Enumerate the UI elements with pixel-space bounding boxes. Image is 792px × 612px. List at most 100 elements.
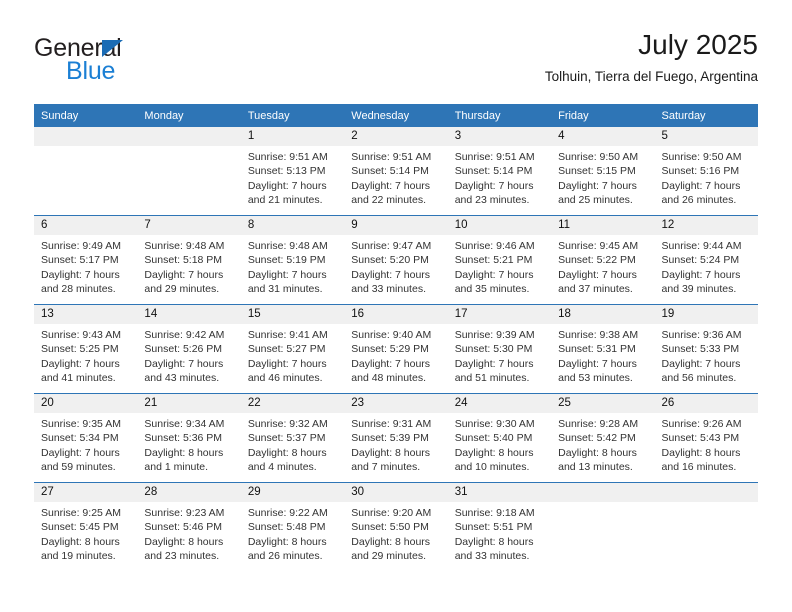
day-number: 29: [240, 483, 345, 502]
sunset-time: Sunset: 5:18 PM: [144, 254, 223, 267]
calendar-day-cell[interactable]: 23 Sunrise: 9:31 AM Sunset: 5:39 PM Dayligh…: [344, 394, 448, 482]
day-details: Sunrise: 9:48 AM Sunset: 5:19 PM Daylight:…: [241, 235, 344, 296]
daylight-duration-line1: Daylight: 7 hours: [454, 268, 534, 281]
day-number: 19: [654, 305, 758, 324]
daylight-duration-line1: Daylight: 8 hours: [661, 446, 741, 459]
day-details: Sunrise: 9:51 AM Sunset: 5:14 PM Daylight:…: [448, 146, 551, 207]
calendar-day-cell[interactable]: 5 Sunrise: 9:50 AM Sunset: 5:16 PM Daylight…: [654, 127, 758, 215]
calendar-day-cell[interactable]: 12 Sunrise: 9:44 AM Sunset: 5:24 PM Dayligh…: [654, 216, 758, 304]
day-details: Sunrise: 9:43 AM Sunset: 5:25 PM Daylight:…: [34, 324, 137, 385]
calendar-day-cell[interactable]: 22 Sunrise: 9:32 AM Sunset: 5:37 PM Dayligh…: [240, 394, 345, 482]
calendar-day-cell[interactable]: 7 Sunrise: 9:48 AM Sunset: 5:18 PM Daylight…: [137, 216, 241, 304]
day-details: Sunrise: 9:30 AM Sunset: 5:40 PM Daylight:…: [448, 413, 551, 474]
daylight-duration-line1: Daylight: 8 hours: [144, 535, 224, 548]
calendar-day-cell[interactable]: 14 Sunrise: 9:42 AM Sunset: 5:26 PM Dayligh…: [137, 305, 241, 393]
calendar-day-cell[interactable]: 6 Sunrise: 9:49 AM Sunset: 5:17 PM Daylight…: [34, 216, 138, 304]
day-number: 17: [447, 305, 552, 324]
calendar-day-cell[interactable]: 29 Sunrise: 9:22 AM Sunset: 5:48 PM Dayligh…: [240, 483, 345, 571]
day-details: Sunrise: 9:40 AM Sunset: 5:29 PM Daylight:…: [344, 324, 447, 385]
day-details: Sunrise: 9:47 AM Sunset: 5:20 PM Daylight:…: [344, 235, 447, 296]
sunrise-time: Sunrise: 9:49 AM: [41, 240, 121, 252]
calendar-day-cell[interactable]: 10 Sunrise: 9:46 AM Sunset: 5:21 PM Dayligh…: [447, 216, 552, 304]
calendar-week-row: 20 Sunrise: 9:35 AM Sunset: 5:34 PM Dayligh…: [34, 393, 758, 482]
daylight-duration-line1: Daylight: 7 hours: [454, 179, 534, 192]
sunrise-time: Sunrise: 9:46 AM: [454, 240, 535, 252]
day-details: Sunrise: 9:51 AM Sunset: 5:14 PM Daylight:…: [344, 146, 447, 207]
calendar-page: General Blue July 2025 Tolhuin, Tierra d…: [0, 0, 792, 612]
day-number: 31: [447, 483, 552, 502]
calendar-day-cell[interactable]: 21 Sunrise: 9:34 AM Sunset: 5:36 PM Dayligh…: [137, 394, 241, 482]
daylight-duration-line1: Daylight: 8 hours: [558, 446, 637, 459]
sunrise-time: Sunrise: 9:32 AM: [247, 418, 328, 430]
calendar-day-cell[interactable]: 26 Sunrise: 9:26 AM Sunset: 5:43 PM Dayligh…: [654, 394, 758, 482]
logo-text-blue: Blue: [66, 57, 116, 85]
sunrise-time: Sunrise: 9:26 AM: [661, 418, 742, 430]
calendar-day-cell[interactable]: 1 Sunrise: 9:51 AM Sunset: 5:13 PM Daylight…: [240, 127, 345, 215]
calendar-day-cell[interactable]: 28 Sunrise: 9:23 AM Sunset: 5:46 PM Dayligh…: [137, 483, 241, 571]
sunrise-time: Sunrise: 9:50 AM: [558, 151, 639, 163]
day-details: Sunrise: 9:31 AM Sunset: 5:39 PM Daylight:…: [344, 413, 447, 474]
sunset-time: Sunset: 5:25 PM: [41, 343, 119, 356]
day-details: Sunrise: 9:42 AM Sunset: 5:26 PM Daylight:…: [137, 324, 240, 385]
weekday-header-saturday: Saturday: [661, 110, 706, 122]
daylight-duration-line2: and 41 minutes.: [41, 371, 116, 384]
daylight-duration-line2: and 26 minutes.: [247, 549, 323, 562]
calendar-day-cell[interactable]: 30 Sunrise: 9:20 AM Sunset: 5:50 PM Dayligh…: [344, 483, 448, 571]
calendar-day-cell[interactable]: 31 Sunrise: 9:18 AM Sunset: 5:51 PM Dayligh…: [447, 483, 552, 571]
calendar-day-cell[interactable]: 18 Sunrise: 9:38 AM Sunset: 5:31 PM Dayligh…: [551, 305, 655, 393]
daylight-duration-line2: and 22 minutes.: [351, 193, 426, 206]
calendar-day-cell[interactable]: 19 Sunrise: 9:36 AM Sunset: 5:33 PM Dayligh…: [654, 305, 758, 393]
general-blue-logo[interactable]: General Blue: [34, 36, 254, 92]
sunset-time: Sunset: 5:45 PM: [41, 521, 119, 534]
calendar-day-cell[interactable]: 25 Sunrise: 9:28 AM Sunset: 5:42 PM Dayligh…: [551, 394, 655, 482]
calendar-day-cell[interactable]: 24 Sunrise: 9:30 AM Sunset: 5:40 PM Dayligh…: [447, 394, 552, 482]
calendar-day-cell[interactable]: 8 Sunrise: 9:48 AM Sunset: 5:19 PM Daylight…: [240, 216, 345, 304]
daylight-duration-line1: Daylight: 8 hours: [351, 535, 431, 548]
daylight-duration-line2: and 31 minutes.: [247, 282, 323, 295]
day-number: 23: [344, 394, 448, 413]
calendar-day-cell[interactable]: 11 Sunrise: 9:45 AM Sunset: 5:22 PM Dayligh…: [551, 216, 655, 304]
calendar-week-row: 27 Sunrise: 9:25 AM Sunset: 5:45 PM Dayligh…: [34, 482, 758, 571]
sunset-time: Sunset: 5:21 PM: [454, 254, 533, 267]
day-details: Sunrise: 9:51 AM Sunset: 5:13 PM Daylight:…: [241, 146, 344, 207]
daylight-duration-line2: and 59 minutes.: [41, 460, 116, 473]
sunset-time: Sunset: 5:31 PM: [558, 343, 636, 356]
triangle-icon: [102, 40, 123, 57]
sunset-time: Sunset: 5:51 PM: [454, 521, 533, 534]
daylight-duration-line2: and 33 minutes.: [351, 282, 426, 295]
day-details: Sunrise: 9:46 AM Sunset: 5:21 PM Daylight:…: [448, 235, 551, 296]
day-number: 10: [447, 216, 552, 235]
daylight-duration-line1: Daylight: 7 hours: [351, 268, 431, 281]
day-details: Sunrise: 9:22 AM Sunset: 5:48 PM Daylight:…: [241, 502, 344, 563]
day-number: 12: [654, 216, 758, 235]
day-details: Sunrise: 9:49 AM Sunset: 5:17 PM Daylight:…: [34, 235, 137, 296]
sunrise-time: Sunrise: 9:35 AM: [41, 418, 121, 430]
calendar-day-cell[interactable]: 16 Sunrise: 9:40 AM Sunset: 5:29 PM Dayligh…: [344, 305, 448, 393]
calendar-day-cell[interactable]: 2 Sunrise: 9:51 AM Sunset: 5:14 PM Daylight…: [344, 127, 448, 215]
day-number: 20: [34, 394, 138, 413]
day-details: [34, 146, 137, 150]
calendar-day-cell[interactable]: 17 Sunrise: 9:39 AM Sunset: 5:30 PM Dayligh…: [447, 305, 552, 393]
weekday-header-friday: Friday: [558, 110, 589, 122]
calendar-day-cell[interactable]: 3 Sunrise: 9:51 AM Sunset: 5:14 PM Daylight…: [447, 127, 552, 215]
daylight-duration-line2: and 29 minutes.: [144, 282, 220, 295]
sunrise-time: Sunrise: 9:18 AM: [454, 507, 535, 519]
daylight-duration-line1: Daylight: 8 hours: [144, 446, 224, 459]
sunrise-time: Sunrise: 9:43 AM: [41, 329, 121, 341]
daylight-duration-line2: and 46 minutes.: [247, 371, 323, 384]
sunrise-time: Sunrise: 9:22 AM: [247, 507, 328, 519]
day-details: Sunrise: 9:23 AM Sunset: 5:46 PM Daylight:…: [137, 502, 240, 563]
daylight-duration-line2: and 35 minutes.: [454, 282, 530, 295]
daylight-duration-line2: and 26 minutes.: [661, 193, 737, 206]
calendar-day-cell[interactable]: 20 Sunrise: 9:35 AM Sunset: 5:34 PM Dayligh…: [34, 394, 138, 482]
daylight-duration-line1: Daylight: 7 hours: [454, 357, 534, 370]
calendar-day-cell[interactable]: 9 Sunrise: 9:47 AM Sunset: 5:20 PM Daylight…: [344, 216, 448, 304]
calendar-day-cell[interactable]: 13 Sunrise: 9:43 AM Sunset: 5:25 PM Dayligh…: [34, 305, 138, 393]
day-details: Sunrise: 9:48 AM Sunset: 5:18 PM Daylight:…: [137, 235, 240, 296]
daylight-duration-line1: Daylight: 7 hours: [661, 357, 741, 370]
page-subtitle: Tolhuin, Tierra del Fuego, Argentina: [544, 69, 758, 84]
calendar-day-cell[interactable]: 27 Sunrise: 9:25 AM Sunset: 5:45 PM Dayligh…: [34, 483, 138, 571]
day-details: Sunrise: 9:50 AM Sunset: 5:16 PM Daylight:…: [655, 146, 758, 207]
calendar-day-cell[interactable]: 15 Sunrise: 9:41 AM Sunset: 5:27 PM Dayligh…: [240, 305, 345, 393]
calendar-day-cell[interactable]: 4 Sunrise: 9:50 AM Sunset: 5:15 PM Daylight…: [551, 127, 655, 215]
